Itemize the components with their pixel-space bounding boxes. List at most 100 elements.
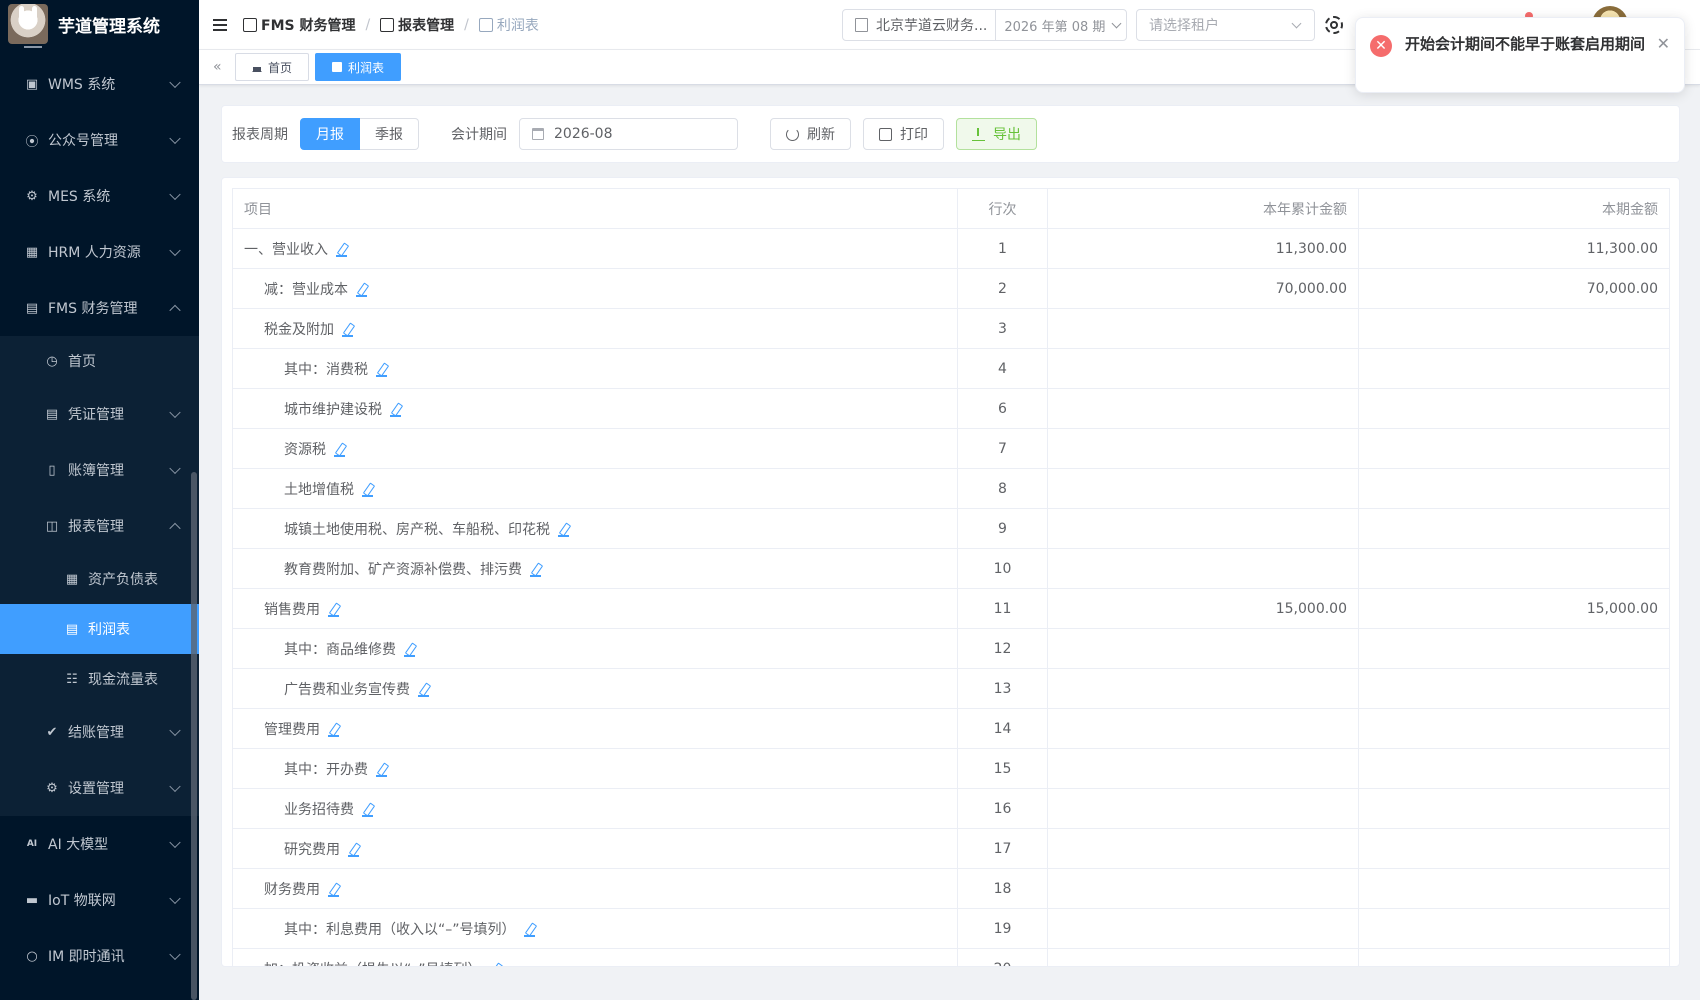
period-amount-cell <box>1358 628 1670 669</box>
breadcrumb-item[interactable]: FMS 财务管理 <box>243 15 355 35</box>
line-cell: 15 <box>957 748 1048 789</box>
refresh-button[interactable]: 刷新 <box>770 118 851 150</box>
edit-icon[interactable] <box>334 443 345 457</box>
edit-icon[interactable] <box>390 403 401 417</box>
edit-icon[interactable] <box>328 603 339 617</box>
sidebar-item-reports[interactable]: ◫ 报表管理 <box>0 498 199 554</box>
sidebar-item-fms-home[interactable]: ◷ 首页 <box>0 336 199 386</box>
monthly-radio[interactable]: 月报 <box>300 118 360 150</box>
download-icon <box>972 127 985 141</box>
close-icon[interactable]: ✕ <box>1657 34 1670 53</box>
edit-icon[interactable] <box>491 963 501 967</box>
app-logo[interactable]: 芋道管理系统 <box>0 0 199 48</box>
tab-home[interactable]: 首页 <box>235 53 310 81</box>
table-row: 财务费用 18 <box>232 868 1670 909</box>
edit-icon[interactable] <box>404 643 415 657</box>
sidebar-item-label: MES 系统 <box>48 189 111 205</box>
print-button[interactable]: 打印 <box>863 118 944 150</box>
menu-toggle-icon[interactable] <box>213 18 227 31</box>
edit-icon[interactable] <box>376 363 387 377</box>
sidebar-item-income-statement[interactable]: ▤ 利润表 <box>0 604 199 654</box>
tenant-select[interactable]: 请选择租户 <box>1136 9 1315 41</box>
sidebar-item-label: WMS 系统 <box>48 77 116 93</box>
check-circle-icon: ✔ <box>46 724 58 740</box>
chevron-down-icon <box>1291 18 1302 29</box>
line-cell: 12 <box>957 628 1048 669</box>
app-title: 芋道管理系统 <box>58 16 160 37</box>
edit-icon[interactable] <box>376 763 387 777</box>
double-chevron-left-icon[interactable]: « <box>213 59 229 75</box>
sidebar-item-label: 公众号管理 <box>48 133 118 149</box>
item-cell: 财务费用 <box>232 868 958 909</box>
edit-icon[interactable] <box>362 803 373 817</box>
item-label: 城市维护建设税 <box>284 401 382 418</box>
sidebar-item-ledger[interactable]: ▯ 账簿管理 <box>0 442 199 498</box>
sidebar-item-settings[interactable]: ⚙ 设置管理 <box>0 760 199 816</box>
sidebar-item-wechat-mp[interactable]: ⦿ 公众号管理 <box>0 112 199 168</box>
line-cell: 17 <box>957 828 1048 869</box>
table-row: 教育费附加、矿产资源补偿费、排污费 10 <box>232 548 1670 589</box>
ytd-amount-cell: 15,000.00 <box>1047 588 1359 629</box>
edit-icon[interactable] <box>523 923 535 937</box>
sidebar-item-iot[interactable]: ▬ IoT 物联网 <box>0 872 199 928</box>
edit-icon[interactable] <box>530 563 541 577</box>
breadcrumb-item[interactable]: 报表管理 <box>380 15 454 35</box>
period-amount-cell: 15,000.00 <box>1358 588 1670 629</box>
edit-icon[interactable] <box>356 283 367 297</box>
item-cell: 减：营业成本 <box>232 268 958 309</box>
item-cell: 城镇土地使用税、房产税、车船税、印花税 <box>232 508 958 549</box>
reports-submenu: ▦ 资产负债表 ▤ 利润表 ☷ 现金流量表 <box>0 554 199 704</box>
item-cell: 其中：消费税 <box>232 348 958 389</box>
sidebar-item-closing[interactable]: ✔ 结账管理 <box>0 704 199 760</box>
sidebar-item-voucher[interactable]: ▤ 凭证管理 <box>0 386 199 442</box>
ytd-amount-cell <box>1047 388 1359 429</box>
tab-income-statement[interactable]: 利润表 <box>315 53 402 81</box>
sidebar-item-mes[interactable]: ⚙ MES 系统 <box>0 168 199 224</box>
sidebar-scrollbar[interactable] <box>191 472 197 1000</box>
report-icon: ◫ <box>45 518 59 534</box>
chevron-down-icon <box>169 188 181 201</box>
sidebar-item-fms[interactable]: ▤ FMS 财务管理 <box>0 280 199 336</box>
accounting-period-picker[interactable]: 2026-08 <box>519 118 738 150</box>
chevron-down-icon <box>169 406 181 419</box>
edit-icon[interactable] <box>418 683 429 697</box>
item-cell: 城市维护建设税 <box>232 388 958 429</box>
table-row: 一、营业收入 1 11,300.00 11,300.00 <box>232 228 1670 269</box>
quarterly-radio[interactable]: 季报 <box>360 118 419 150</box>
edit-icon[interactable] <box>328 723 339 737</box>
dashboard-icon: ◷ <box>46 353 58 369</box>
edit-icon[interactable] <box>328 883 339 897</box>
chart-icon: ▤ <box>65 621 79 637</box>
calendar-icon <box>532 128 544 140</box>
building-icon: ▦ <box>25 244 39 260</box>
item-cell: 其中：开办费 <box>232 748 958 789</box>
ytd-amount-cell <box>1047 468 1359 509</box>
sidebar-item-ai[interactable]: AI AI 大模型 <box>0 816 199 872</box>
period-amount-cell <box>1358 748 1670 789</box>
sidebar-item-im[interactable]: ○ IM 即时通讯 <box>0 928 199 984</box>
item-label: 教育费附加、矿产资源补偿费、排污费 <box>284 561 522 578</box>
account-set-selector[interactable]: 北京芋道云财务... 2026 年第 08 期 <box>842 9 1127 41</box>
line-cell: 4 <box>957 348 1048 389</box>
gear-icon: ⚙ <box>46 780 58 796</box>
settings-gear-icon[interactable] <box>1325 16 1343 34</box>
table-row: 城镇土地使用税、房产税、车船税、印花税 9 <box>232 508 1670 549</box>
ytd-amount-cell <box>1047 308 1359 349</box>
edit-icon[interactable] <box>336 243 347 257</box>
edit-icon[interactable] <box>342 323 353 337</box>
item-cell: 其中：利息费用（收入以“–”号填列） <box>232 908 958 949</box>
chevron-down-icon <box>169 76 181 89</box>
sidebar-item-balance-sheet[interactable]: ▦ 资产负债表 <box>0 554 199 604</box>
sidebar-item-hrm[interactable]: ▦ HRM 人力资源 <box>0 224 199 280</box>
period-amount-cell <box>1358 348 1670 389</box>
edit-icon[interactable] <box>362 483 373 497</box>
export-button[interactable]: 导出 <box>956 118 1037 150</box>
iot-icon: ▬ <box>25 892 39 908</box>
edit-icon[interactable] <box>348 843 359 857</box>
item-cell: 教育费附加、矿产资源补偿费、排污费 <box>232 548 958 589</box>
edit-icon[interactable] <box>558 523 569 537</box>
fms-submenu: ◷ 首页 ▤ 凭证管理 ▯ 账簿管理 ◫ 报表管理 ▦ 资产负债表 ▤ 利润表 <box>0 336 199 816</box>
item-label: 资源税 <box>284 441 326 458</box>
sidebar-item-wms[interactable]: ▣ WMS 系统 <box>0 56 199 112</box>
sidebar-item-cash-flow[interactable]: ☷ 现金流量表 <box>0 654 199 704</box>
